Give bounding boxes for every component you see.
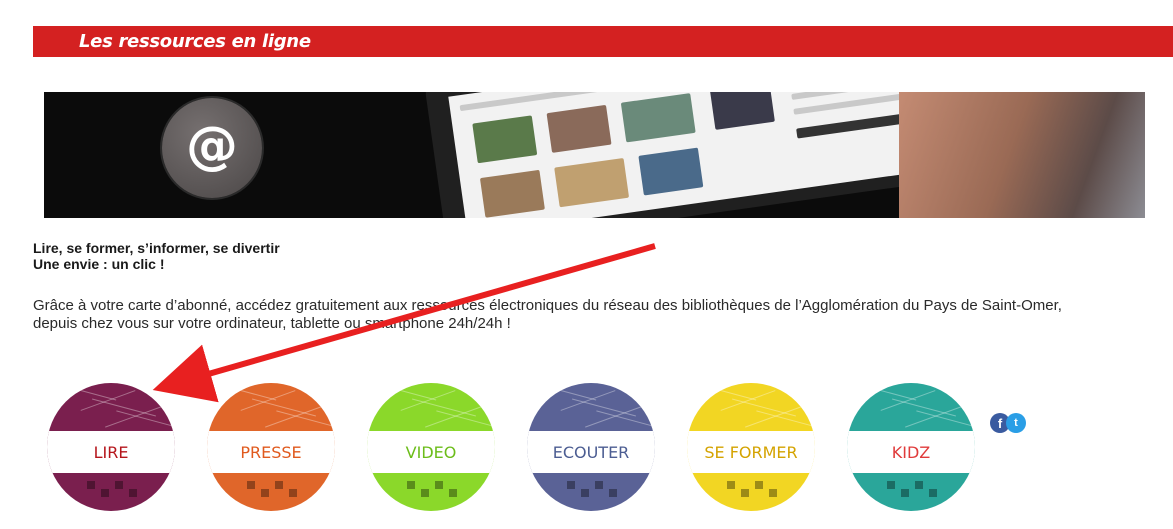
circuit-dot: [595, 481, 603, 489]
section-header: Les ressources en ligne: [33, 26, 1173, 57]
category-label: VIDEO: [367, 431, 495, 473]
circuit-dot: [421, 489, 429, 497]
circuit-dot: [247, 481, 255, 489]
circuit-dot: [289, 489, 297, 497]
circuit-trace: [411, 398, 477, 417]
description-text: Grâce à votre carte d’abonné, accédez gr…: [33, 297, 1062, 332]
category-presse[interactable]: PRESSE: [207, 383, 335, 511]
circuit-dot: [87, 481, 95, 489]
circuit-trace: [91, 398, 157, 417]
circuit-dot: [741, 489, 749, 497]
category-label: ECOUTER: [527, 431, 655, 473]
category-label: SE FORMER: [687, 431, 815, 473]
section-title: Les ressources en ligne: [79, 31, 311, 52]
banner-image: @: [44, 92, 1145, 218]
circuit-dot: [101, 489, 109, 497]
circuit-trace: [571, 398, 637, 417]
twitter-icon[interactable]: t: [1006, 413, 1026, 433]
intro-text: Lire, se former, s’informer, se divertir…: [33, 240, 280, 272]
circuit-dot: [449, 489, 457, 497]
circuit-dot: [755, 481, 763, 489]
category-label: PRESSE: [207, 431, 335, 473]
circuit-dot: [901, 489, 909, 497]
category-lire[interactable]: LIRE: [47, 383, 175, 511]
circuit-dot: [727, 481, 735, 489]
category-label: KIDZ: [847, 431, 975, 473]
circuit-dot: [435, 481, 443, 489]
circuit-trace: [891, 398, 957, 417]
category-label: LIRE: [47, 431, 175, 473]
circuit-dot: [261, 489, 269, 497]
category-se-former[interactable]: SE FORMER: [687, 383, 815, 511]
at-symbol-icon: @: [162, 98, 262, 198]
circuit-dot: [929, 489, 937, 497]
category-kidz[interactable]: KIDZ: [847, 383, 975, 511]
circuit-trace: [251, 398, 317, 417]
circuit-dot: [567, 481, 575, 489]
hand-illustration: [899, 92, 1145, 218]
circuit-dot: [915, 481, 923, 489]
circuit-dot: [407, 481, 415, 489]
circuit-dot: [769, 489, 777, 497]
circuit-trace: [731, 398, 797, 417]
circuit-dot: [115, 481, 123, 489]
category-video[interactable]: VIDEO: [367, 383, 495, 511]
circuit-dot: [609, 489, 617, 497]
circuit-dot: [275, 481, 283, 489]
circuit-dot: [887, 481, 895, 489]
circuit-dot: [129, 489, 137, 497]
category-ecouter[interactable]: ECOUTER: [527, 383, 655, 511]
circuit-dot: [581, 489, 589, 497]
